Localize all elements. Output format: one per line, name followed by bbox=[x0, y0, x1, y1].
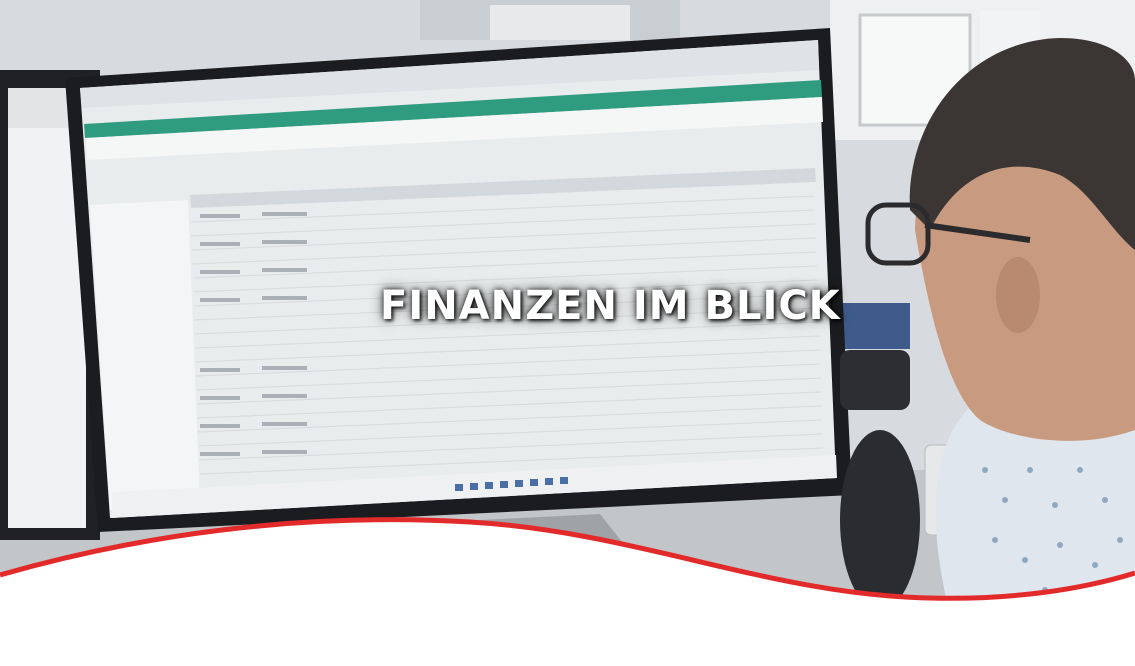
banner: FINANZEN IM BLICK bbox=[0, 0, 1135, 666]
banner-heading: FINANZEN IM BLICK bbox=[380, 283, 841, 329]
